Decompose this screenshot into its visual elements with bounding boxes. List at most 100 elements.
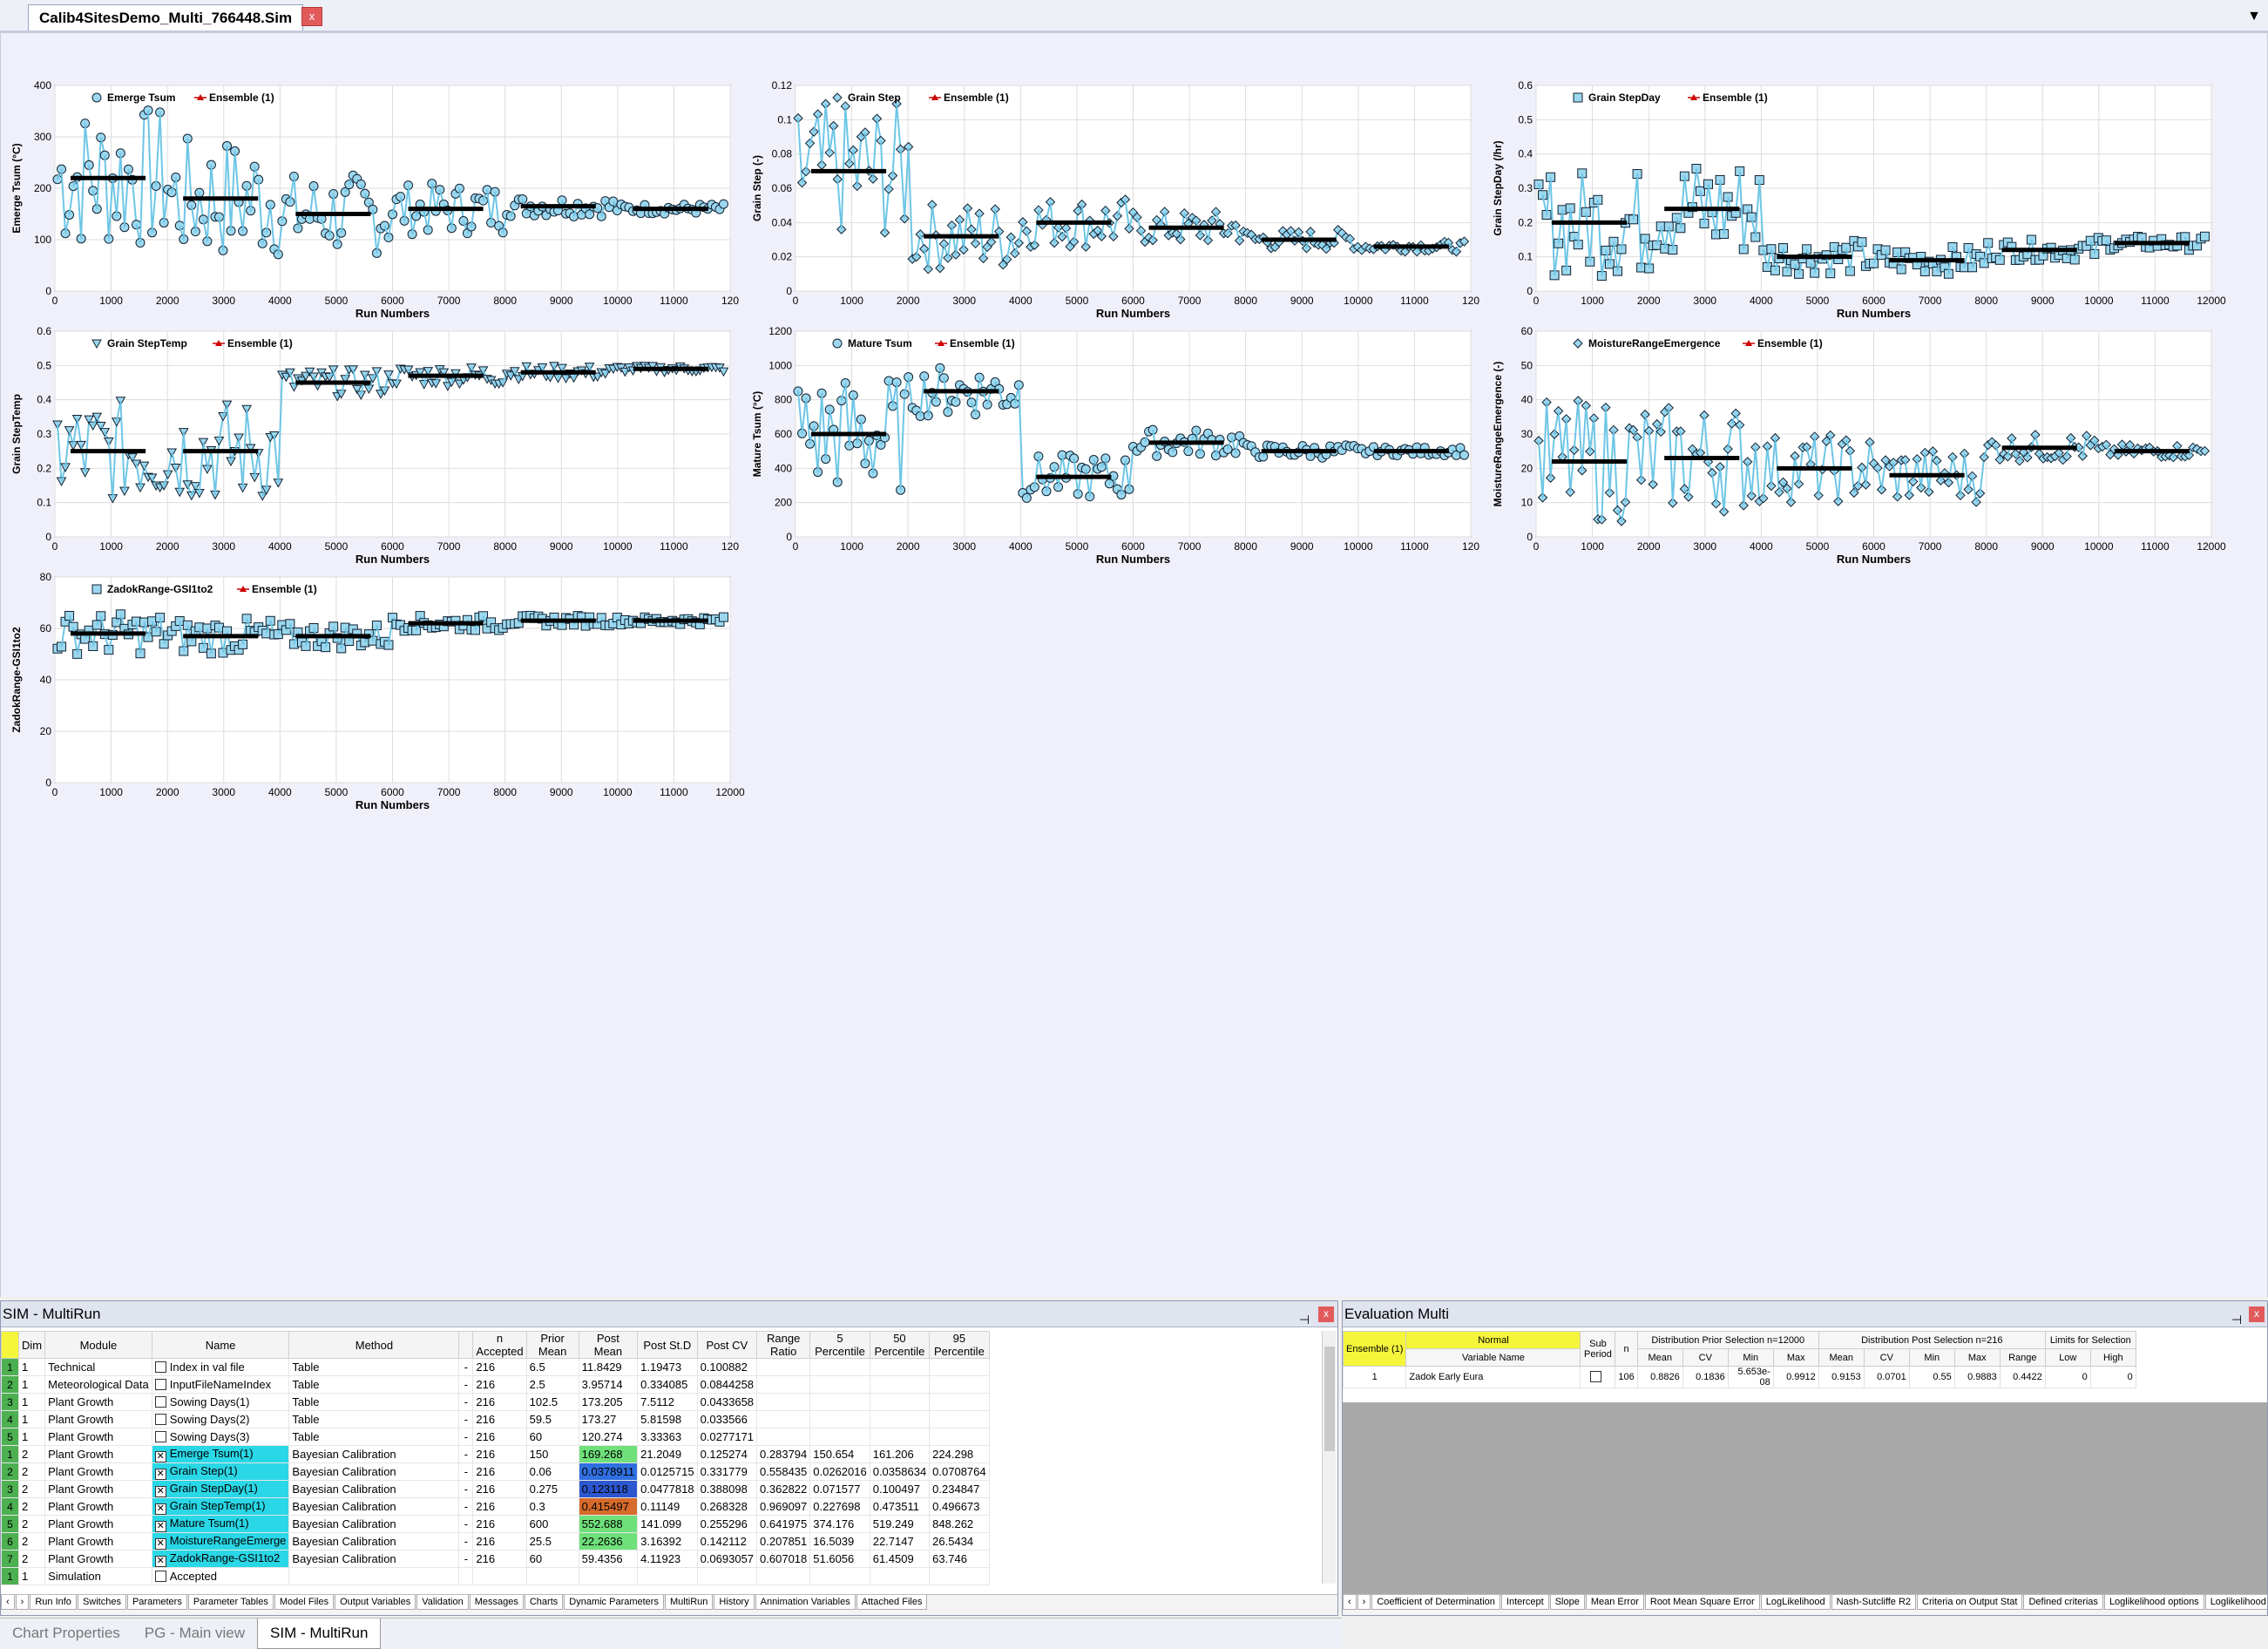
cell-p95[interactable]	[929, 1410, 990, 1428]
cell-module[interactable]: Simulation	[44, 1567, 152, 1585]
cell-post[interactable]: 0.0378911	[578, 1462, 639, 1481]
table-row[interactable]: 7 2 Plant Growth ✕ ZadokRange-GSI1to2 Bayesia…	[1, 1550, 990, 1568]
include-checkbox[interactable]	[154, 1431, 166, 1442]
cell-i[interactable]: 4	[1, 1497, 19, 1516]
bottom-tab-0[interactable]: Chart Properties	[0, 1618, 132, 1648]
cell-p50[interactable]	[869, 1393, 931, 1411]
cell-method[interactable]: Table	[288, 1375, 460, 1394]
cell-dash[interactable]	[458, 1567, 474, 1585]
sub-column-header[interactable]: Max	[1953, 1348, 2001, 1367]
cell-rr[interactable]	[756, 1375, 811, 1394]
cell-std[interactable]: 0.0125715	[637, 1462, 698, 1481]
cell-rr[interactable]	[756, 1428, 811, 1446]
cell-dim[interactable]: 1	[17, 1567, 46, 1585]
cell-p95[interactable]	[929, 1567, 990, 1585]
cell-prior[interactable]	[525, 1567, 579, 1585]
cell-post[interactable]: 59.4356	[578, 1550, 639, 1568]
cell-p50[interactable]: 61.4509	[869, 1550, 931, 1568]
cell-prior[interactable]: 60	[525, 1550, 579, 1568]
table-row[interactable]: 3 1 Plant Growth Sowing Days(1) Table -216 102…	[1, 1393, 990, 1411]
cell-post[interactable]: 120.274	[578, 1428, 639, 1446]
cell-p50[interactable]: 519.249	[869, 1515, 931, 1533]
cell-p5[interactable]: 0.071577	[809, 1480, 870, 1498]
cell-dash[interactable]: -	[458, 1532, 474, 1551]
tab-2[interactable]: Slope	[1549, 1595, 1585, 1610]
tab-4[interactable]: Model Files	[274, 1595, 335, 1610]
cell-i[interactable]: 2	[1, 1375, 19, 1394]
cell-module[interactable]: Plant Growth	[44, 1428, 152, 1446]
scroll-right-icon[interactable]: ›	[1357, 1595, 1371, 1610]
cell-p50[interactable]	[869, 1375, 931, 1394]
sub-column-header[interactable]: Low	[2044, 1348, 2091, 1367]
cell-post[interactable]: 169.268	[578, 1445, 639, 1463]
cell-p50[interactable]	[869, 1358, 931, 1376]
tab-12[interactable]: Annimation Variables	[755, 1595, 856, 1610]
tab-9[interactable]: Loglikelihood options	[2103, 1595, 2204, 1610]
column-header[interactable]	[458, 1331, 474, 1359]
cell-prior[interactable]: 0.3	[525, 1497, 579, 1516]
tab-0[interactable]: Run Info	[30, 1595, 77, 1610]
cell-module[interactable]: Meteorological Data	[44, 1375, 152, 1394]
cell-std[interactable]	[637, 1567, 698, 1585]
cell-dash[interactable]: -	[458, 1393, 474, 1411]
chart-1[interactable]: 0 0.02 0.04 0.06 0.08 0.1 0.12 0 1000 2000 3000 400…	[751, 79, 1479, 320]
cell-i[interactable]: 1	[1, 1445, 19, 1463]
cell-cv[interactable]: 0.0844258	[696, 1375, 758, 1394]
tab-13[interactable]: Attached Files	[856, 1595, 928, 1610]
cell-n[interactable]: 216	[472, 1358, 527, 1376]
cell-std[interactable]: 1.19473	[637, 1358, 698, 1376]
tab-1[interactable]: Switches	[77, 1595, 126, 1610]
include-checkbox[interactable]: ✕	[154, 1503, 166, 1515]
cell-name[interactable]: ✕ Mature Tsum(1)	[151, 1515, 290, 1533]
table-row[interactable]: 1 1 Technical Index in val file Table -216 6.5…	[1, 1358, 990, 1376]
tab-5[interactable]: Output Variables	[335, 1595, 416, 1610]
table-row[interactable]: 1 2 Plant Growth ✕ Emerge Tsum(1) Bayesian Ca…	[1, 1445, 990, 1463]
cell-std[interactable]: 7.5112	[637, 1393, 698, 1411]
cell-prior[interactable]: 102.5	[525, 1393, 579, 1411]
cell-post[interactable]: 22.2636	[578, 1532, 639, 1551]
include-checkbox[interactable]: ✕	[154, 1485, 166, 1497]
include-checkbox[interactable]: ✕	[154, 1520, 166, 1532]
cell-post[interactable]: 0.415497	[578, 1497, 639, 1516]
cell-post[interactable]	[578, 1567, 639, 1585]
cell-name[interactable]: Sowing Days(1)	[151, 1393, 290, 1411]
cell-i[interactable]: 1	[1, 1567, 19, 1585]
cell-dash[interactable]: -	[458, 1550, 474, 1568]
cell-p95[interactable]	[929, 1358, 990, 1376]
cell-name[interactable]: Sowing Days(2)	[151, 1410, 290, 1428]
cell-std[interactable]: 0.334085	[637, 1375, 698, 1394]
cell-name[interactable]: InputFileNameIndex	[151, 1375, 290, 1394]
cell-p50[interactable]	[869, 1410, 931, 1428]
cell-module[interactable]: Plant Growth	[44, 1445, 152, 1463]
cell-module[interactable]: Plant Growth	[44, 1532, 152, 1551]
ensemble-header[interactable]: Ensemble (1)	[1342, 1331, 1407, 1367]
close-panel-button[interactable]: x	[2249, 1306, 2265, 1322]
tab-menu-chevron-icon[interactable]: ▼	[2247, 9, 2261, 24]
close-tab-button[interactable]: x	[301, 7, 322, 26]
chart-6[interactable]: 0 20 40 60 80 0 1000 2000 3000 4000 5000 6000 7000 80…	[10, 571, 745, 811]
table-row[interactable]: 5 2 Plant Growth ✕ Mature Tsum(1) Bayesian Ca…	[1, 1515, 990, 1533]
column-header[interactable]: Method	[288, 1331, 460, 1359]
cell-n[interactable]: 216	[472, 1445, 527, 1463]
close-panel-button[interactable]: x	[1318, 1306, 1334, 1322]
cell-prior[interactable]: 0.275	[525, 1480, 579, 1498]
cell-std[interactable]: 0.11149	[637, 1497, 698, 1516]
cell-n[interactable]: 216	[472, 1480, 527, 1498]
cell-dash[interactable]: -	[458, 1445, 474, 1463]
table-row[interactable]: 4 1 Plant Growth Sowing Days(2) Table -216 59.…	[1, 1410, 990, 1428]
column-header[interactable]: 95 Percentile	[929, 1331, 990, 1359]
cell-post[interactable]: 173.27	[578, 1410, 639, 1428]
cell-i[interactable]: 3	[1, 1480, 19, 1498]
cell-name[interactable]: Index in val file	[151, 1358, 290, 1376]
cell-name[interactable]: ✕ MoistureRangeEmerge	[151, 1532, 290, 1551]
cell-std[interactable]: 4.11923	[637, 1550, 698, 1568]
cell-dim[interactable]: 2	[17, 1515, 46, 1533]
cell-method[interactable]: Bayesian Calibration	[288, 1515, 460, 1533]
cell-prior[interactable]: 59.5	[525, 1410, 579, 1428]
cell-n[interactable]: 216	[472, 1393, 527, 1411]
cell-p5[interactable]: 51.6056	[809, 1550, 870, 1568]
cell-p95[interactable]: 224.298	[929, 1445, 990, 1463]
cell-rr[interactable]: 0.641975	[756, 1515, 811, 1533]
sub-column-header[interactable]: Mean	[1818, 1348, 1865, 1367]
cell-p50[interactable]	[869, 1428, 931, 1446]
